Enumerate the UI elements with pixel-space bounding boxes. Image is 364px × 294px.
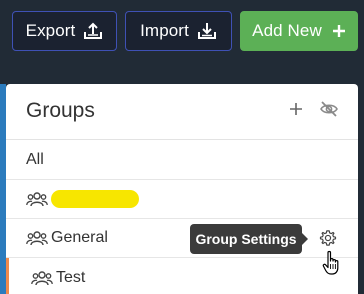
- import-button-label: Import: [140, 21, 189, 40]
- redacted-group-name: [51, 190, 139, 208]
- eye-slash-icon[interactable]: [319, 100, 339, 118]
- add-new-button-label: Add New: [252, 21, 322, 40]
- import-download-icon: [197, 23, 216, 39]
- users-group-icon: [26, 231, 48, 246]
- users-group-icon: [31, 270, 53, 285]
- plus-icon: [332, 25, 345, 37]
- hand-pointer-cursor: [322, 250, 339, 275]
- group-item-label: Test: [56, 268, 86, 286]
- add-group-icon[interactable]: [288, 101, 304, 117]
- import-button[interactable]: Import: [125, 11, 232, 51]
- toolbar: Export Import Add New: [0, 0, 364, 78]
- groups-panel: Groups All General Test: [6, 84, 358, 294]
- group-settings-tooltip: Group Settings: [190, 224, 308, 254]
- groups-panel-header: Groups: [6, 84, 358, 140]
- export-button[interactable]: Export: [12, 11, 117, 51]
- export-button-label: Export: [25, 21, 76, 40]
- groups-title: Groups: [26, 99, 95, 122]
- group-item-label: All: [26, 151, 44, 168]
- group-item-redacted[interactable]: [6, 180, 358, 219]
- add-new-button[interactable]: Add New: [240, 11, 358, 51]
- group-item-all[interactable]: All: [6, 141, 358, 180]
- group-item-test[interactable]: Test: [6, 258, 358, 294]
- group-item-label: General: [51, 229, 108, 246]
- gear-icon[interactable]: [319, 229, 337, 247]
- users-group-icon: [26, 192, 48, 207]
- export-upload-icon: [84, 22, 103, 39]
